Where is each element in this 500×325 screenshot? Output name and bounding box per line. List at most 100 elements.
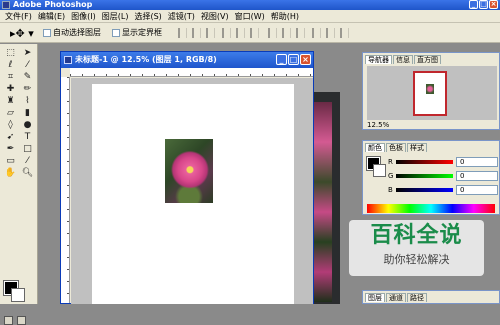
red-label: R — [388, 158, 393, 166]
window-controls: _ □ × — [469, 0, 498, 9]
horizontal-ruler[interactable] — [70, 68, 313, 77]
tab-navigator[interactable]: 导航器 — [365, 55, 392, 64]
marquee-tool-icon[interactable]: ⬚ — [3, 48, 18, 59]
align-bottom-icon[interactable] — [206, 28, 215, 38]
doc-maximize-button[interactable]: □ — [288, 54, 299, 65]
menu-select[interactable]: 选择(S) — [131, 10, 164, 23]
lasso-tool-icon[interactable]: ℓ — [3, 60, 18, 71]
document-title-bar[interactable]: 未标题-1 @ 12.5% (图层 1, RGB/8) _ □ × — [61, 52, 313, 68]
show-bounds-checkbox[interactable] — [112, 29, 120, 37]
menu-window[interactable]: 窗口(W) — [232, 10, 268, 23]
path-selection-icon[interactable]: ➹ — [3, 132, 18, 143]
tab-histogram[interactable]: 直方图 — [414, 55, 441, 64]
green-label: G — [388, 172, 394, 180]
distribute-top-icon[interactable] — [268, 28, 277, 38]
align-left-icon[interactable] — [222, 28, 231, 38]
blue-channel-row: B 0 — [363, 185, 500, 196]
app-title-bar: Adobe Photoshop _ □ × — [0, 0, 500, 10]
canvas[interactable] — [92, 84, 294, 304]
magic-wand-tool-icon[interactable]: ⁄ — [20, 60, 35, 71]
menu-help[interactable]: 帮助(H) — [268, 10, 302, 23]
document-title: 未标题-1 @ 12.5% (图层 1, RGB/8) — [75, 55, 217, 64]
options-bar: ▸✥ ▾ 自动选择图层 显示定界框 — [0, 23, 500, 43]
menu-layer[interactable]: 图层(L) — [99, 10, 132, 23]
blue-slider[interactable] — [396, 188, 453, 192]
tab-paths[interactable]: 路径 — [407, 293, 427, 302]
eraser-tool-icon[interactable]: ▱ — [3, 108, 18, 119]
color-tabs: 颜色 色板 样式 — [365, 143, 428, 152]
eyedropper-tool-icon[interactable]: ⁄ — [20, 156, 35, 167]
quick-mask-mode-icon[interactable] — [17, 316, 26, 325]
document-window[interactable]: 未标题-1 @ 12.5% (图层 1, RGB/8) _ □ × — [60, 51, 314, 304]
watermark-subtitle: 助你轻松解决 — [383, 253, 450, 266]
gradient-tool-icon[interactable]: ▮ — [20, 108, 35, 119]
blue-value-input[interactable]: 0 — [456, 185, 498, 195]
tab-color[interactable]: 颜色 — [365, 143, 385, 152]
navigator-tabs: 导航器 信息 直方图 — [365, 55, 442, 64]
tab-channels[interactable]: 通道 — [386, 293, 406, 302]
color-spectrum-bar[interactable] — [367, 204, 495, 213]
background-color-swatch[interactable] — [11, 288, 25, 302]
menu-file[interactable]: 文件(F) — [2, 10, 35, 23]
green-value-input[interactable]: 0 — [456, 171, 498, 181]
green-slider[interactable] — [396, 174, 453, 178]
navigator-preview[interactable] — [367, 66, 497, 120]
hand-tool-icon[interactable]: ✋ — [3, 168, 18, 179]
maximize-button[interactable]: □ — [479, 0, 488, 9]
navigator-zoom-value[interactable]: 12.5% — [367, 121, 389, 129]
crop-tool-icon[interactable]: ⌗ — [3, 72, 18, 83]
doc-minimize-button[interactable]: _ — [276, 54, 287, 65]
blur-tool-icon[interactable]: ◊ — [3, 120, 18, 131]
standard-mode-icon[interactable] — [4, 316, 13, 325]
notes-tool-icon[interactable]: ▭ — [3, 156, 18, 167]
align-hcenter-icon[interactable] — [236, 28, 245, 38]
navigator-panel: 导航器 信息 直方图 12.5% — [362, 52, 500, 130]
red-value-input[interactable]: 0 — [456, 157, 498, 167]
pen-tool-icon[interactable]: ✒ — [3, 144, 18, 155]
menu-view[interactable]: 视图(V) — [198, 10, 232, 23]
distribute-right-icon[interactable] — [340, 28, 349, 38]
slice-tool-icon[interactable]: ✎ — [20, 72, 35, 83]
distribute-vcenter-icon[interactable] — [282, 28, 291, 38]
layers-tabs: 图层 通道 路径 — [365, 293, 428, 302]
auto-select-checkbox[interactable] — [43, 29, 51, 37]
tab-swatches[interactable]: 色板 — [386, 143, 406, 152]
watermark-title: 百科全说 — [370, 223, 463, 248]
green-channel-row: G 0 — [363, 171, 500, 182]
red-channel-row: R 0 — [363, 157, 500, 168]
tab-layers[interactable]: 图层 — [365, 293, 385, 302]
align-vcenter-icon[interactable] — [192, 28, 201, 38]
tab-styles[interactable]: 样式 — [407, 143, 427, 152]
photoshop-icon — [2, 1, 10, 9]
red-slider[interactable] — [396, 160, 453, 164]
navigator-view-box[interactable] — [413, 71, 447, 116]
close-button[interactable]: × — [489, 0, 498, 9]
menu-bar: 文件(F) 编辑(E) 图像(I) 图层(L) 选择(S) 滤镜(T) 视图(V… — [0, 10, 500, 23]
menu-edit[interactable]: 编辑(E) — [35, 10, 68, 23]
dodge-tool-icon[interactable]: ● — [20, 120, 35, 131]
type-tool-icon[interactable]: T — [20, 132, 35, 143]
brush-tool-icon[interactable]: ✏ — [20, 84, 35, 95]
minimize-button[interactable]: _ — [469, 0, 478, 9]
distribute-hcenter-icon[interactable] — [326, 28, 335, 38]
move-tool-preset-icon[interactable]: ▸✥ ▾ — [10, 27, 34, 40]
zoom-tool-icon[interactable]: 🔍︎ — [20, 168, 35, 179]
distribute-left-icon[interactable] — [312, 28, 321, 38]
vertical-ruler[interactable] — [61, 77, 70, 303]
flower-photo-layer[interactable] — [165, 139, 213, 203]
document-window-controls: _ □ × — [276, 54, 311, 65]
blue-label: B — [388, 186, 393, 194]
doc-close-button[interactable]: × — [300, 54, 311, 65]
move-tool-icon[interactable]: ➤ — [20, 48, 35, 59]
pasteboard — [71, 78, 313, 304]
shape-tool-icon[interactable]: □ — [20, 144, 35, 155]
clone-stamp-icon[interactable]: ♜ — [3, 96, 18, 107]
align-top-icon[interactable] — [178, 28, 187, 38]
align-right-icon[interactable] — [250, 28, 259, 38]
history-brush-icon[interactable]: ⌇ — [20, 96, 35, 107]
menu-image[interactable]: 图像(I) — [68, 10, 99, 23]
healing-brush-icon[interactable]: ✚ — [3, 84, 18, 95]
menu-filter[interactable]: 滤镜(T) — [165, 10, 198, 23]
tab-info[interactable]: 信息 — [393, 55, 413, 64]
distribute-bottom-icon[interactable] — [296, 28, 305, 38]
